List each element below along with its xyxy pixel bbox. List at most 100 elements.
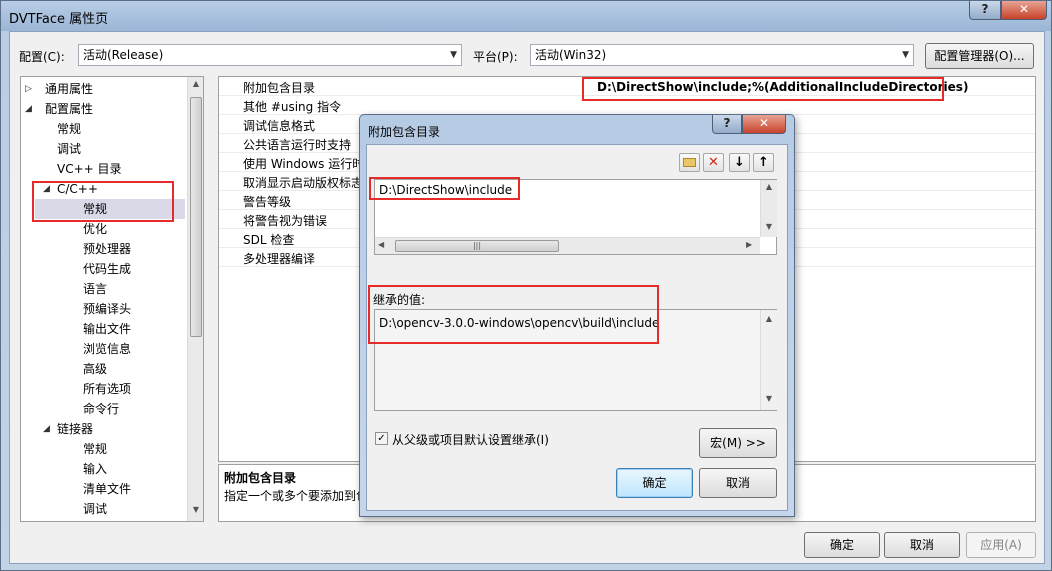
scroll-up-icon[interactable]: ▲ — [761, 182, 777, 191]
entry-item[interactable]: D:\DirectShow\include — [379, 183, 512, 197]
dialog-ok-button[interactable]: 确定 — [616, 468, 693, 498]
chevron-down-icon: ▼ — [450, 50, 457, 60]
tree-item[interactable]: 输入 — [21, 459, 185, 479]
scroll-up-icon[interactable]: ▲ — [761, 314, 777, 323]
tree-item[interactable]: 常规 — [21, 439, 185, 459]
inherit-checkbox-label[interactable]: 从父级或项目默认设置继承(I) — [392, 431, 549, 448]
property-name: 其他 #using 指令 — [243, 100, 342, 114]
tree-item[interactable]: 语言 — [21, 279, 185, 299]
inherited-vscroll[interactable]: ▲ ▼ — [760, 310, 777, 410]
property-name: 取消显示启动版权标志 — [243, 176, 364, 190]
scroll-left-icon[interactable]: ◀ — [378, 240, 384, 249]
tree-item-label: 命令行 — [83, 402, 120, 416]
entries-vscroll[interactable]: ▲ ▼ — [760, 180, 777, 237]
collapse-arrow-icon[interactable]: ◢ — [43, 419, 50, 439]
tree-item-label: 浏览信息 — [83, 342, 132, 356]
cancel-button[interactable]: 取消 — [884, 532, 960, 558]
tree-item-label: 预编译头 — [83, 302, 132, 316]
scroll-up-icon[interactable]: ▲ — [188, 79, 203, 88]
property-name: 将警告视为错误 — [243, 214, 328, 228]
config-label: 配置(C): — [19, 50, 65, 64]
tree-item[interactable]: 清单文件 — [21, 479, 185, 499]
dialog-cancel-button[interactable]: 取消 — [699, 468, 777, 498]
tree-item-label: 代码生成 — [83, 262, 132, 276]
tree-item[interactable]: ◢ C/C++ — [21, 179, 185, 199]
properties-window: DVTFace 属性页 ? ✕ 配置(C): 活动(Release) ▼ 平台(… — [0, 0, 1052, 571]
tree-item[interactable]: 浏览信息 — [21, 339, 185, 359]
scroll-down-icon[interactable]: ▼ — [761, 222, 777, 231]
ok-button[interactable]: 确定 — [804, 532, 880, 558]
tree-item[interactable]: 优化 — [21, 219, 185, 239]
tree-item[interactable]: ◢ 链接器 — [21, 419, 185, 439]
tree-item[interactable]: 调试 — [21, 499, 185, 519]
tree-item[interactable]: 输出文件 — [21, 319, 185, 339]
tree-item[interactable]: VC++ 目录 — [21, 159, 185, 179]
config-value: 活动(Release) — [83, 48, 164, 62]
property-name: 附加包含目录 — [243, 81, 316, 95]
collapse-arrow-icon[interactable]: ◢ — [43, 179, 50, 199]
help-button[interactable]: ? — [969, 1, 1001, 20]
tree-scrollbar[interactable]: ▲ ▼ — [187, 77, 203, 521]
property-name: 多处理器编译 — [243, 252, 316, 266]
include-dirs-dialog: 附加包含目录 ? ✕ ✕ ↓ ↑ D:\DirectShow\include ▲… — [359, 114, 795, 517]
description-title: 附加包含目录 — [224, 471, 297, 485]
scroll-down-icon[interactable]: ▼ — [761, 394, 777, 403]
collapse-arrow-icon[interactable]: ◢ — [25, 99, 32, 119]
tree-item-label: 高级 — [83, 362, 108, 376]
property-name: 公共语言运行时支持 — [243, 138, 352, 152]
tree-item[interactable]: 预编译头 — [21, 299, 185, 319]
tree-item[interactable]: 代码生成 — [21, 259, 185, 279]
dialog-title: 附加包含目录 — [368, 125, 441, 139]
inherited-label: 继承的值: — [373, 293, 426, 307]
tree-item-label: 输入 — [83, 462, 108, 476]
tree-item[interactable]: 所有选项 — [21, 379, 185, 399]
tree-item-label: 常规 — [57, 122, 82, 136]
entries-hscroll[interactable]: ◀ ||| ▶ — [375, 237, 760, 254]
move-up-icon[interactable]: ↑ — [753, 153, 774, 172]
move-down-icon[interactable]: ↓ — [729, 153, 750, 172]
property-name: 调试信息格式 — [243, 119, 316, 133]
dialog-close-button[interactable]: ✕ — [742, 115, 786, 134]
tree-item[interactable]: 高级 — [21, 359, 185, 379]
tree-item[interactable]: 预处理器 — [21, 239, 185, 259]
apply-button[interactable]: 应用(A) — [966, 532, 1036, 558]
tree-item[interactable]: ▷ 通用属性 — [21, 79, 185, 99]
property-name: SDL 检查 — [243, 233, 295, 247]
title-bar[interactable]: DVTFace 属性页 ? ✕ — [1, 1, 1051, 31]
property-tree[interactable]: ▷ 通用属性 ◢ 配置属性 常规 调试 VC++ 目录 ◢ C/C++ 常规 优化 预处理器 代码生成语… — [20, 76, 204, 522]
dialog-help-button[interactable]: ? — [712, 115, 742, 134]
tree-item-label: 配置属性 — [45, 102, 94, 116]
expand-arrow-icon[interactable]: ▷ — [25, 79, 32, 99]
property-row[interactable]: 其他 #using 指令 — [219, 96, 1035, 115]
tree-item[interactable]: 调试 — [21, 139, 185, 159]
entries-hscroll-thumb[interactable]: ||| — [395, 240, 559, 252]
tree-item-label: 调试 — [57, 142, 82, 156]
tree-item-label: 链接器 — [57, 422, 94, 436]
tree-item[interactable]: ◢ 配置属性 — [21, 99, 185, 119]
inherit-checkbox[interactable]: ✓ — [375, 432, 388, 445]
property-row[interactable]: 附加包含目录 D:\DirectShow\include;%(Additional… — [219, 77, 1035, 96]
scroll-right-icon[interactable]: ▶ — [746, 240, 752, 249]
macros-button[interactable]: 宏(M) >> — [699, 428, 777, 458]
tree-item[interactable]: 常规 — [21, 119, 185, 139]
close-button[interactable]: ✕ — [1001, 1, 1047, 20]
tree-item[interactable]: 命令行 — [21, 399, 185, 419]
new-folder-icon[interactable] — [679, 153, 700, 172]
platform-select[interactable]: 活动(Win32) ▼ — [530, 44, 914, 66]
scroll-down-icon[interactable]: ▼ — [188, 505, 203, 514]
config-select[interactable]: 活动(Release) ▼ — [78, 44, 462, 66]
platform-label: 平台(P): — [473, 50, 518, 64]
property-name: 警告等级 — [243, 195, 292, 209]
tree-item-label: 输出文件 — [83, 322, 132, 336]
tree-item-label: 优化 — [83, 222, 108, 236]
tree-item-label: 常规 — [83, 442, 108, 456]
entries-list[interactable]: D:\DirectShow\include ▲ ▼ ◀ ||| ▶ — [374, 179, 777, 255]
tree-item-label: 常规 — [83, 202, 108, 216]
tree-item[interactable]: 常规 — [35, 199, 185, 219]
dialog-client: ✕ ↓ ↑ D:\DirectShow\include ▲ ▼ ◀ ||| ▶ … — [366, 144, 788, 511]
tree-item-label: C/C++ — [57, 182, 98, 196]
property-value[interactable]: D:\DirectShow\include;%(AdditionalInclud… — [597, 80, 968, 94]
delete-icon[interactable]: ✕ — [703, 153, 724, 172]
config-manager-button[interactable]: 配置管理器(O)... — [925, 43, 1034, 69]
tree-scroll-thumb[interactable] — [190, 97, 202, 337]
